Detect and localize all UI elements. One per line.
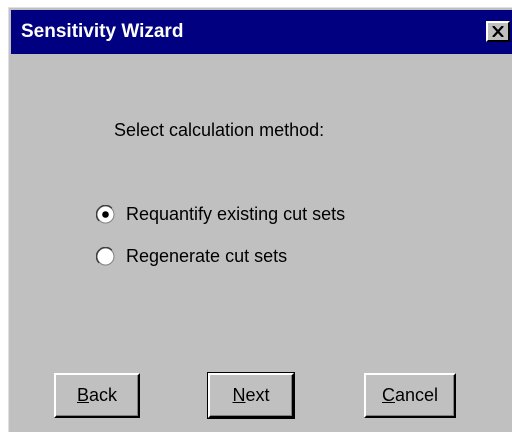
title-bar: Sensitivity Wizard <box>11 10 512 54</box>
next-button[interactable]: Next <box>207 372 295 419</box>
option-requantify[interactable]: Requantify existing cut sets <box>95 204 346 225</box>
window-title: Sensitivity Wizard <box>21 21 184 42</box>
back-mnemonic: B <box>76 385 89 405</box>
radio-button-selected[interactable] <box>95 204 115 224</box>
close-button[interactable] <box>486 21 510 42</box>
radio-button[interactable] <box>95 246 115 266</box>
next-mnemonic: N <box>232 385 246 405</box>
back-label: ack <box>89 385 118 405</box>
cancel-mnemonic: C <box>381 385 395 405</box>
back-button[interactable]: Back <box>54 373 140 418</box>
option-label: Regenerate cut sets <box>126 246 288 266</box>
option-regenerate[interactable]: Regenerate cut sets <box>95 246 288 267</box>
option-label: Requantify existing cut sets <box>126 204 346 224</box>
cancel-label: ancel <box>394 385 439 405</box>
sensitivity-wizard-dialog: Sensitivity Wizard Select calculation me… <box>8 7 512 432</box>
instruction-label: Select calculation method: <box>114 120 325 140</box>
next-label: ext <box>245 385 270 405</box>
close-icon <box>492 26 504 37</box>
cancel-button[interactable]: Cancel <box>364 373 456 418</box>
